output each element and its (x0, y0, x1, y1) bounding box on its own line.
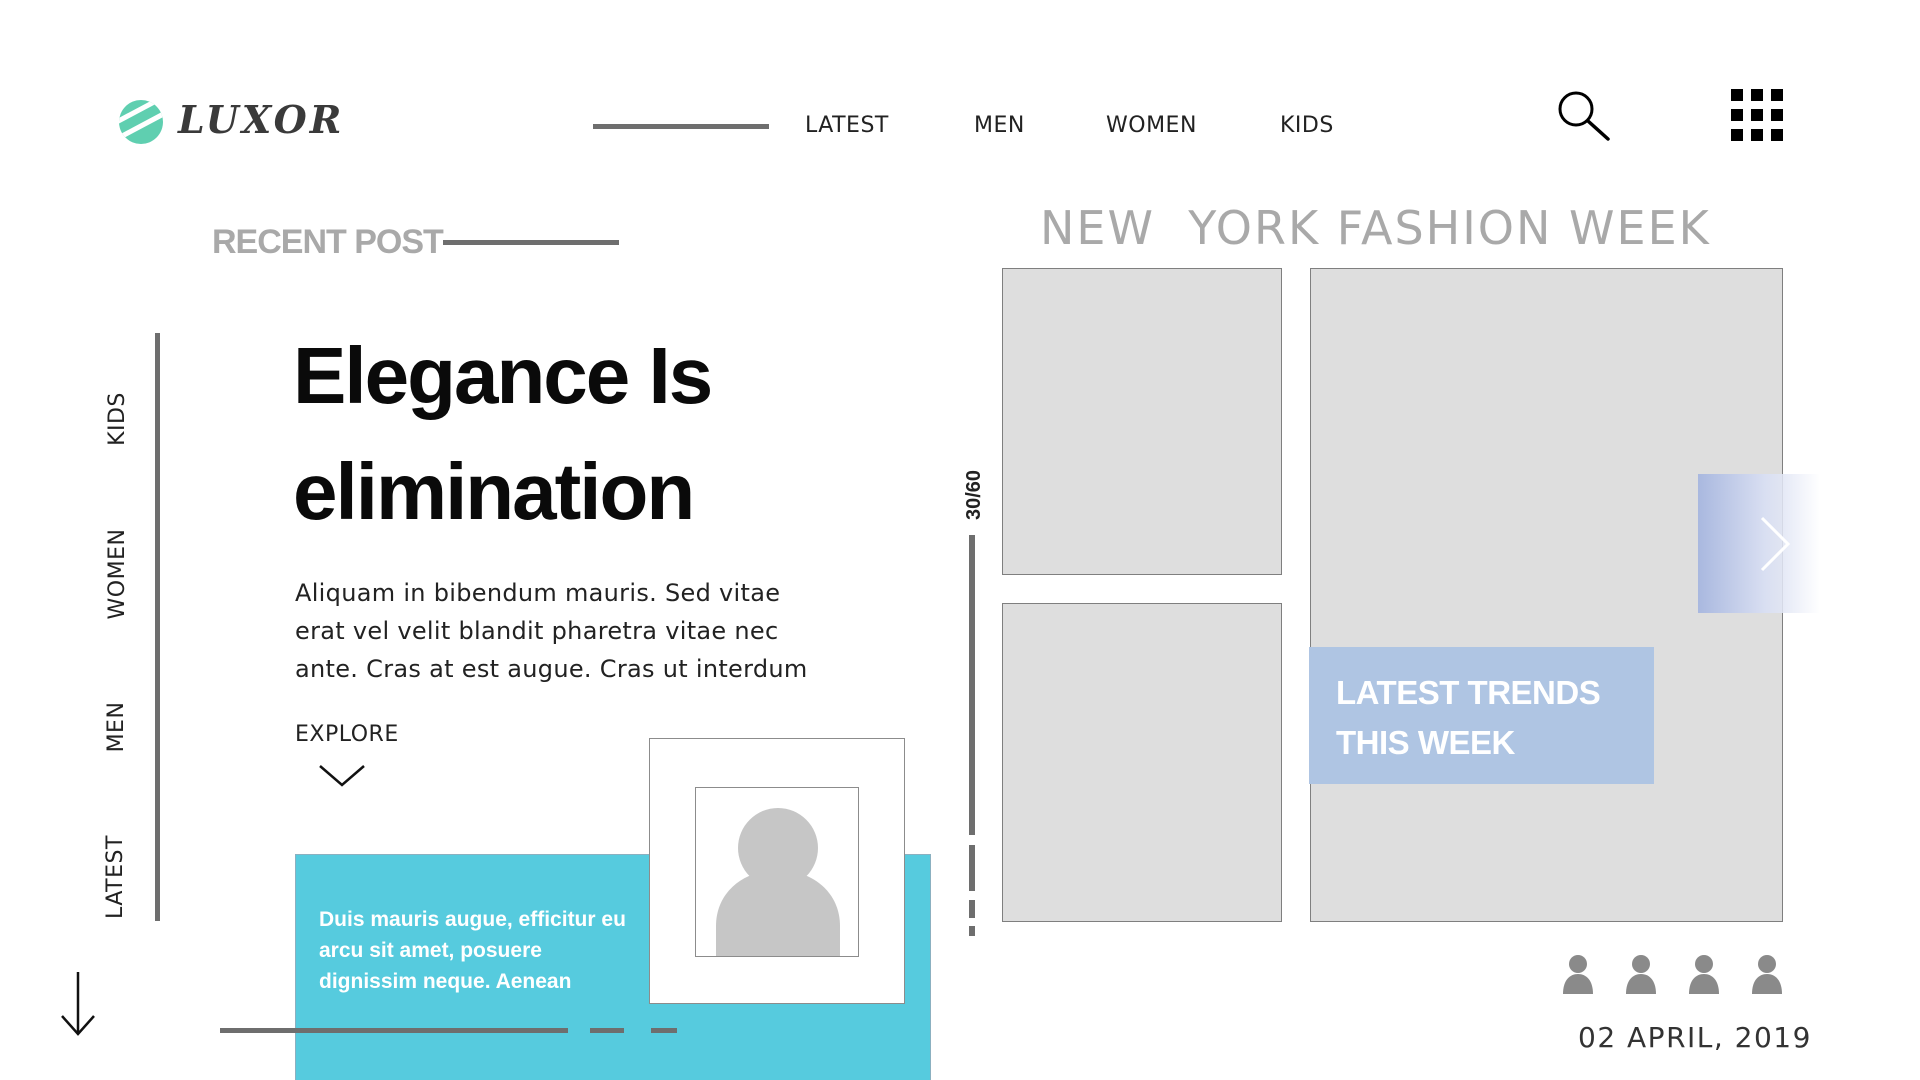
trends-banner-text: LATEST TRENDS THIS WEEK (1336, 674, 1601, 761)
slide-counter: 30/60 (950, 465, 998, 525)
chevron-right-icon (1760, 516, 1791, 572)
chevron-down-icon[interactable] (318, 763, 366, 789)
next-slide-button[interactable] (1698, 474, 1820, 613)
explore-button[interactable]: EXPLORE (295, 722, 399, 748)
post-title: Elegance Is elimination (293, 331, 713, 536)
gallery-image-tile[interactable] (1002, 603, 1282, 922)
nav-latest[interactable]: LATEST (805, 113, 889, 139)
nav-divider-line (593, 124, 769, 129)
featured-card-text: Duis mauris augue, efficitur eu arcu sit… (319, 908, 626, 993)
person-icon[interactable] (1750, 954, 1784, 994)
nav-kids[interactable]: KIDS (1280, 113, 1334, 139)
card-divider-dash (590, 1028, 624, 1033)
post-date: 02 APRIL, 2019 (1578, 1021, 1812, 1054)
gallery-title: NEW YORK FASHION WEEK (1040, 201, 1711, 255)
side-nav-men[interactable]: MEN (104, 682, 130, 772)
scroll-down-arrow-icon[interactable] (58, 970, 98, 1038)
person-icon[interactable] (1561, 954, 1595, 994)
person-icon[interactable] (1624, 954, 1658, 994)
brand-logo[interactable]: LUXOR (178, 96, 344, 144)
nav-women[interactable]: WOMEN (1106, 113, 1197, 139)
nav-men[interactable]: MEN (974, 113, 1025, 139)
post-excerpt: Aliquam in bibendum mauris. Sed vitae er… (295, 579, 808, 683)
person-icon[interactable] (1687, 954, 1721, 994)
gallery-image-tile[interactable] (1002, 268, 1282, 575)
slide-progress-dash (969, 926, 975, 936)
recent-post-label: RECENT POST (212, 223, 444, 261)
card-divider-line (220, 1028, 568, 1033)
avatar-placeholder-icon[interactable] (695, 787, 859, 957)
slide-counter-text: 30/60 (963, 469, 985, 521)
recent-post-line (443, 240, 619, 245)
grid-menu-icon[interactable] (1731, 89, 1783, 143)
logo-mark-icon[interactable] (118, 99, 164, 145)
slide-progress-dash (969, 900, 975, 918)
card-divider-dash (651, 1028, 677, 1033)
slide-progress-dash (969, 845, 975, 891)
side-nav-kids[interactable]: KIDS (105, 381, 131, 457)
search-icon[interactable] (1553, 87, 1613, 145)
side-nav-latest[interactable]: LATEST (103, 817, 129, 937)
side-nav-women[interactable]: WOMEN (105, 514, 131, 634)
slide-progress-bar (969, 535, 975, 835)
side-nav-rail (155, 333, 160, 921)
